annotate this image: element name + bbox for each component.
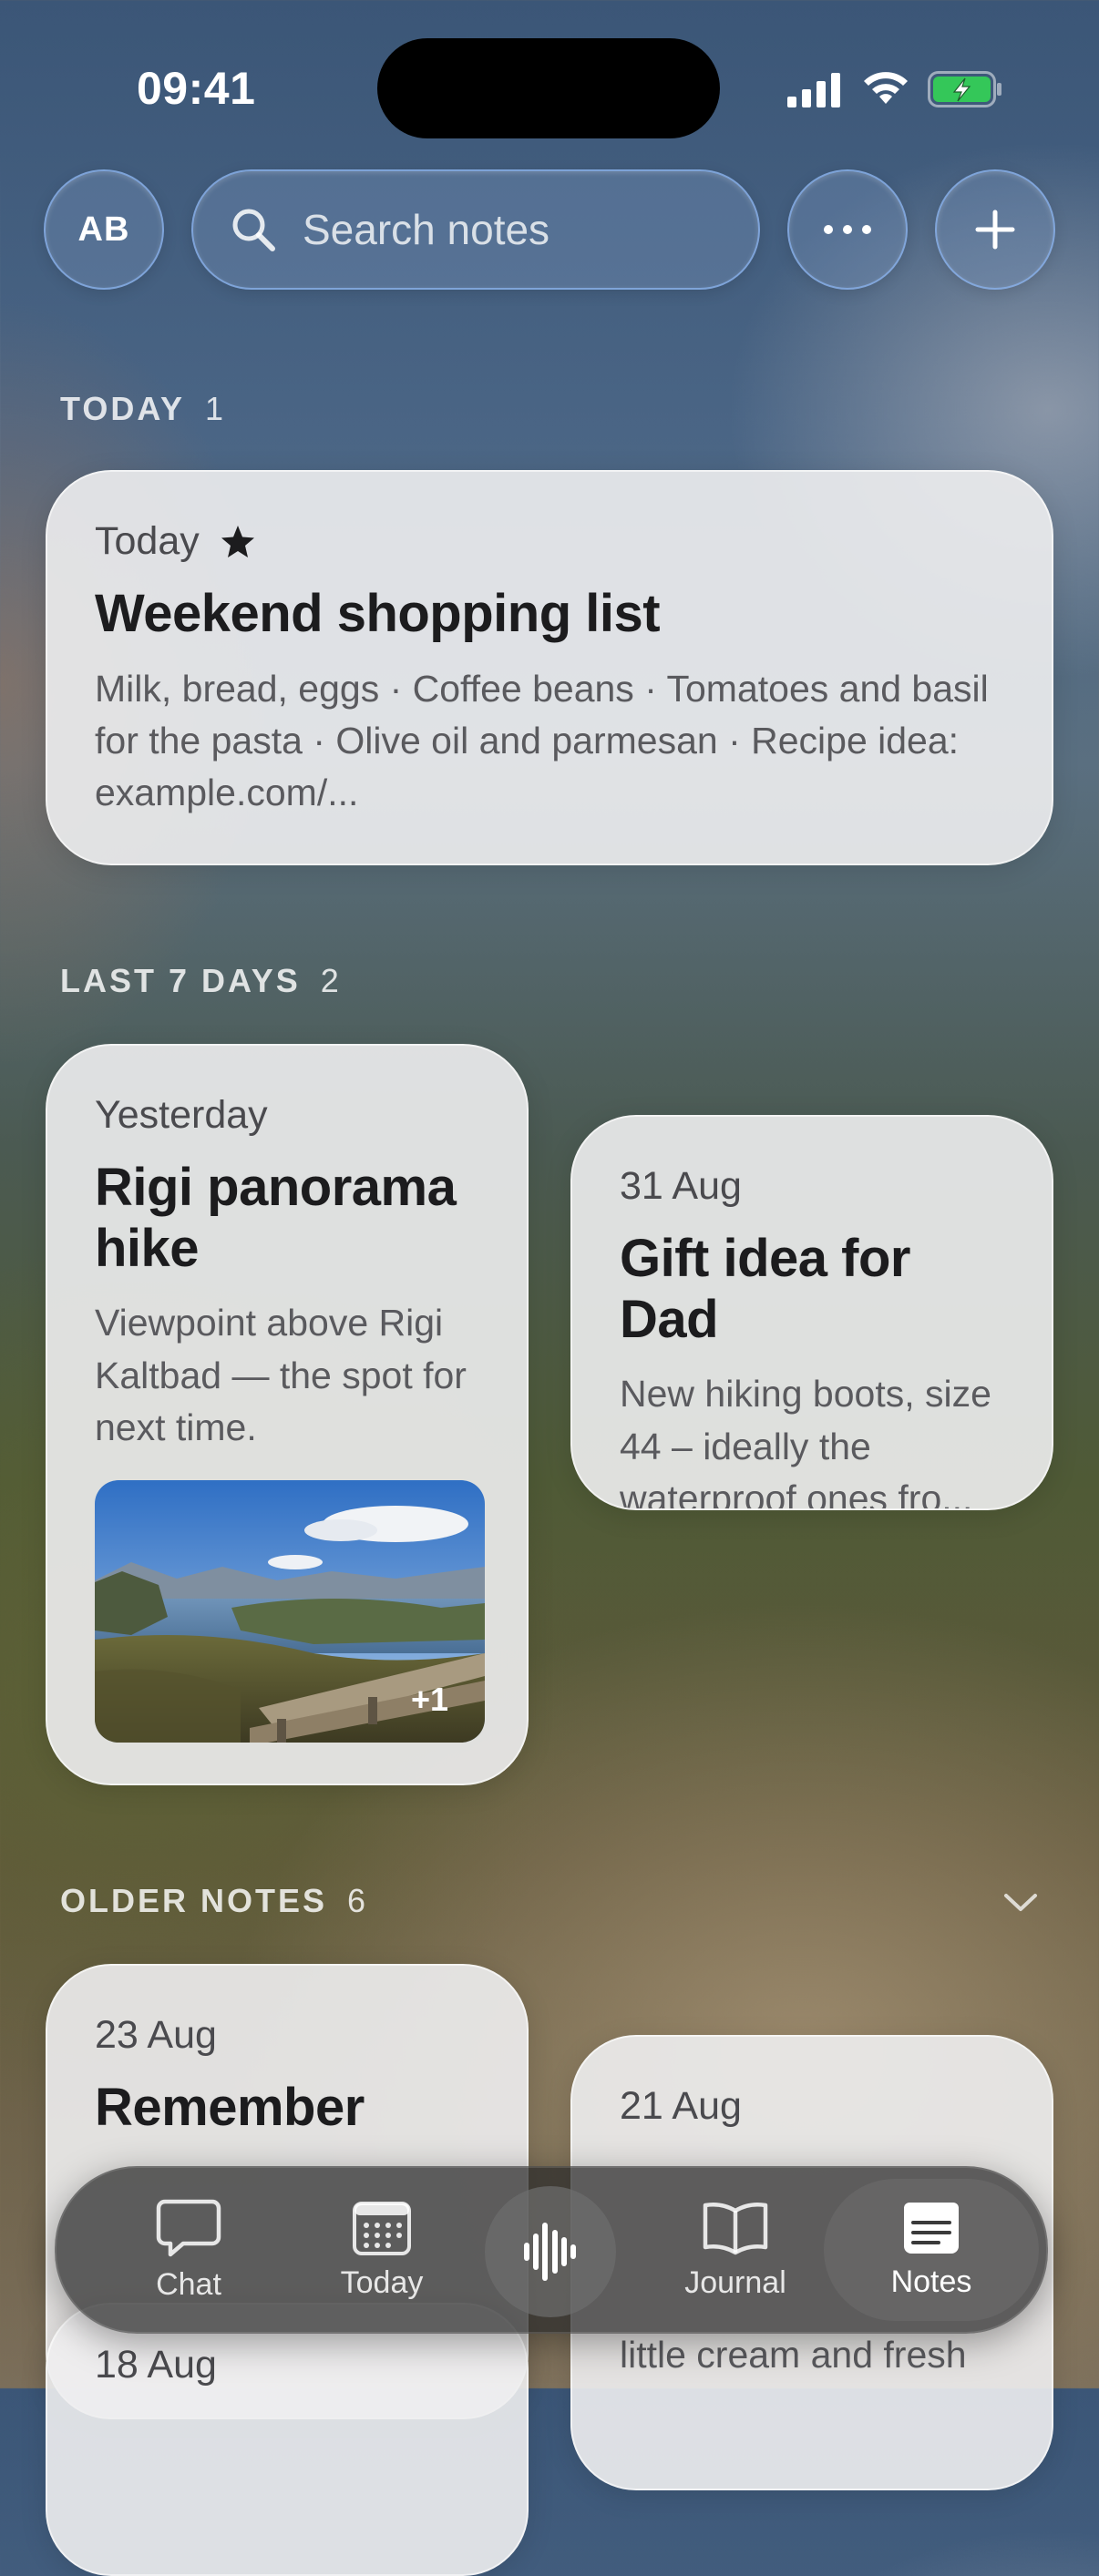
section-label: LAST 7 DAYS — [60, 962, 301, 999]
cellular-signal-icon — [787, 73, 840, 107]
note-title: Gift idea for Dad — [620, 1229, 910, 1349]
note-preview: Viewpoint above Rigi Kaltbad — the spot … — [95, 1302, 467, 1449]
note-preview: New hiking boots, size 44 – ideally the … — [620, 1373, 991, 1510]
note-preview: Milk, bread, eggs · Coffee beans · Tomat… — [95, 667, 989, 814]
tab-journal[interactable]: Journal — [640, 2168, 831, 2332]
search-icon — [232, 209, 275, 251]
note-card-weekend-shopping[interactable]: Today Weekend shopping list Milk, bread,… — [46, 470, 1053, 865]
status-time: 09:41 — [137, 63, 256, 114]
note-title: Rigi panorama hike — [95, 1158, 457, 1278]
note-date: Yesterday — [95, 1093, 268, 1137]
tab-label: Notes — [890, 2264, 972, 2299]
new-note-button[interactable] — [935, 169, 1055, 290]
search-placeholder: Search notes — [303, 206, 550, 253]
star-icon — [221, 525, 254, 557]
voice-record-button[interactable] — [485, 2186, 616, 2317]
note-title: Remember — [95, 2078, 365, 2137]
note-card-18-aug[interactable]: 18 Aug — [46, 2303, 529, 2576]
section-count: 1 — [205, 390, 227, 427]
tab-label: Today — [340, 2264, 424, 2300]
section-header-last-7-days: LAST 7 DAYS 2 — [60, 962, 342, 1000]
note-card-gift-idea[interactable]: 31 Aug Gift idea for Dad New hiking boot… — [570, 1115, 1053, 1510]
book-icon — [703, 2202, 768, 2254]
note-title: Weekend shopping list — [95, 584, 661, 643]
calendar-icon — [353, 2201, 411, 2255]
avatar-initials: AB — [77, 210, 130, 249]
section-count: 2 — [320, 962, 342, 999]
tab-chat[interactable]: Chat — [93, 2168, 284, 2332]
plus-icon — [975, 210, 1015, 250]
more-options-button[interactable] — [787, 169, 908, 290]
search-notes-field[interactable]: Search notes — [191, 169, 760, 290]
chevron-down-icon[interactable] — [1002, 1891, 1039, 1915]
tab-bar: Chat Today Journal Notes — [55, 2166, 1048, 2334]
waveform-icon — [524, 2223, 576, 2281]
section-label: TODAY — [60, 390, 186, 427]
profile-avatar-button[interactable]: AB — [44, 169, 164, 290]
chat-bubble-icon — [156, 2199, 221, 2256]
note-preview: little cream and fresh — [620, 2334, 967, 2376]
note-date: Today — [95, 519, 1004, 564]
tab-today[interactable]: Today — [286, 2168, 478, 2332]
wifi-icon — [864, 72, 908, 104]
note-date: 31 Aug — [620, 1164, 742, 1208]
tab-notes[interactable]: Notes — [836, 2168, 1027, 2332]
extra-photos-badge: +1 — [410, 1680, 448, 1718]
tab-label: Journal — [684, 2264, 786, 2300]
section-label: OLDER NOTES — [60, 1882, 328, 1919]
note-date: 23 Aug — [95, 2013, 217, 2057]
notes-icon — [904, 2202, 959, 2254]
dynamic-island — [377, 38, 720, 138]
section-header-today: TODAY 1 — [60, 390, 226, 428]
tab-label: Chat — [156, 2266, 221, 2302]
note-date: 18 Aug — [95, 2343, 217, 2387]
section-header-older-notes: OLDER NOTES 6 — [60, 1882, 368, 1920]
note-date: 21 Aug — [620, 2084, 742, 2128]
section-count: 6 — [347, 1882, 369, 1919]
note-photo-thumbnail[interactable]: +1 — [95, 1479, 485, 1743]
ellipsis-icon — [824, 225, 871, 234]
note-card-rigi-hike[interactable]: Yesterday Rigi panorama hike Viewpoint a… — [46, 1044, 529, 1785]
battery-charging-icon — [928, 71, 1001, 107]
